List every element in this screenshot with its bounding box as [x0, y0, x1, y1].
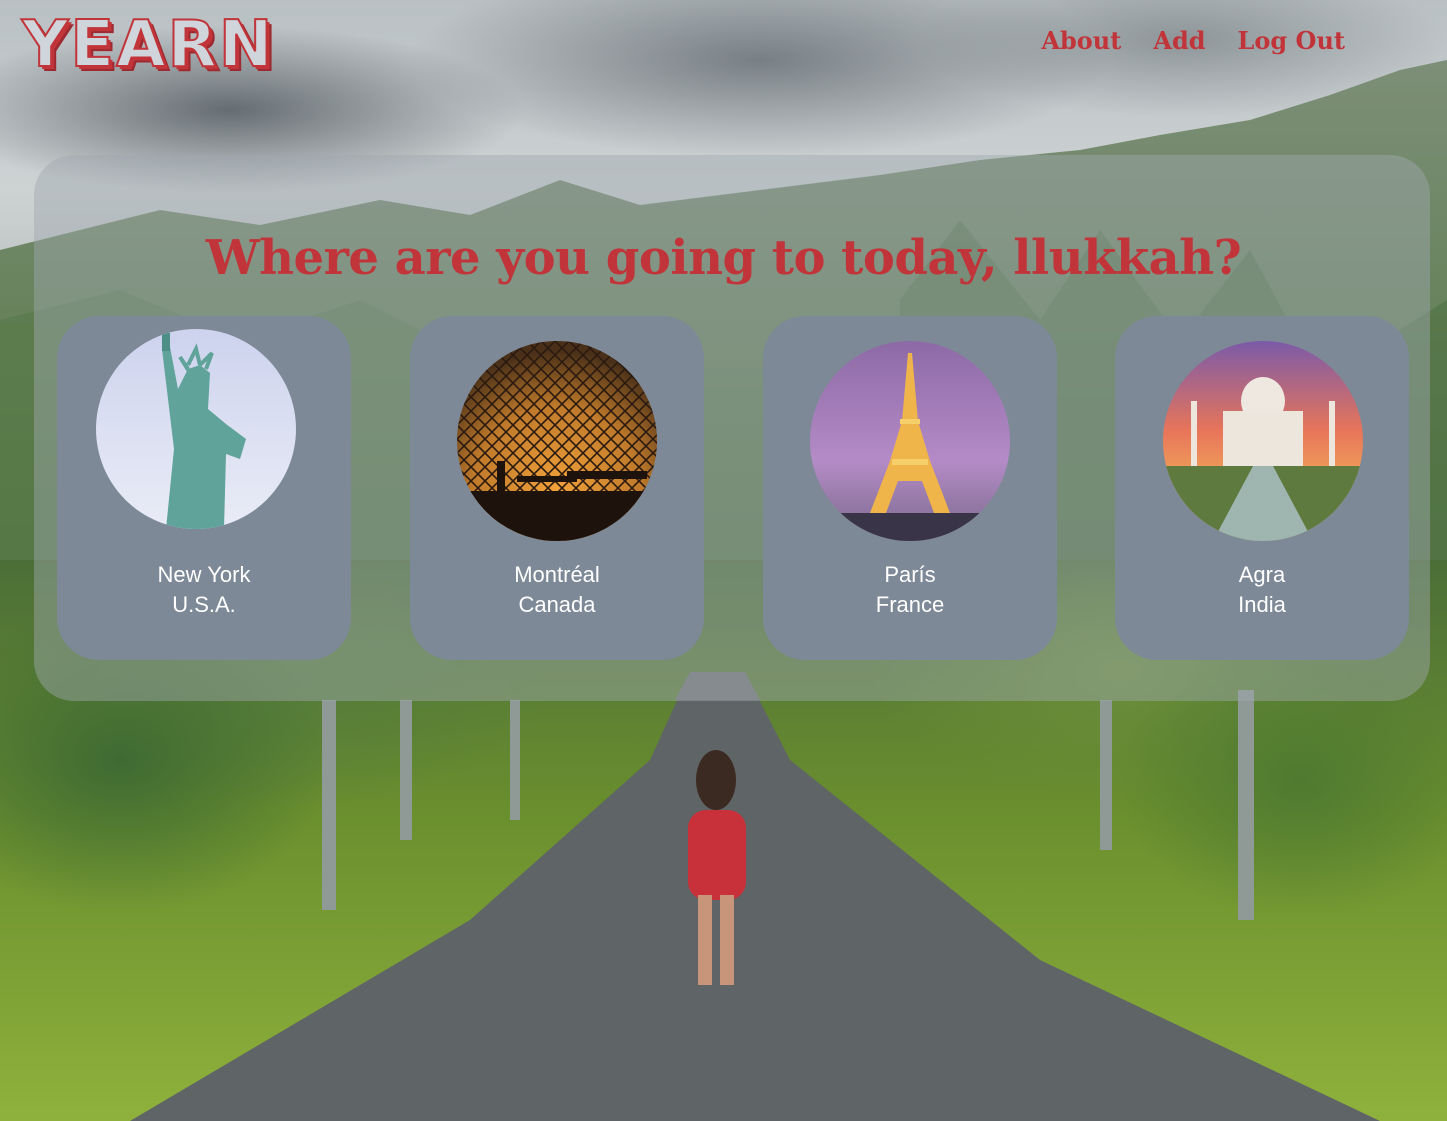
destination-city: New York	[157, 562, 251, 587]
destination-caption: París France	[763, 560, 1057, 620]
destination-country: France	[875, 592, 945, 617]
destination-card-montreal[interactable]: Montréal Canada	[410, 316, 704, 660]
destination-caption: Agra India	[1115, 560, 1409, 620]
page-title: Where are you going to today, llukkah?	[205, 230, 1242, 286]
nav-add-link[interactable]: Add	[1153, 26, 1205, 55]
biosphere-dome-photo	[457, 341, 657, 541]
destination-city: Agra	[1238, 562, 1286, 587]
destination-country: Canada	[518, 592, 596, 617]
taj-mahal-photo	[1163, 341, 1363, 541]
yearn-logo[interactable]: YEARN	[21, 7, 274, 83]
destination-city: Montréal	[514, 562, 600, 587]
nav-about-link[interactable]: About	[1041, 26, 1121, 55]
destination-country: India	[1238, 592, 1286, 617]
destination-caption: New York U.S.A.	[57, 560, 351, 620]
statue-of-liberty-photo	[96, 329, 296, 529]
destination-card-paris[interactable]: París France	[763, 316, 1057, 660]
destination-card-new-york[interactable]: New York U.S.A.	[57, 316, 351, 660]
destination-country: U.S.A.	[172, 592, 236, 617]
destination-card-agra[interactable]: Agra India	[1115, 316, 1409, 660]
top-nav: About Add Log Out	[1041, 26, 1345, 55]
nav-logout-link[interactable]: Log Out	[1238, 26, 1345, 55]
destination-caption: Montréal Canada	[410, 560, 704, 620]
destination-city: París	[884, 562, 936, 587]
eiffel-tower-photo	[810, 341, 1010, 541]
